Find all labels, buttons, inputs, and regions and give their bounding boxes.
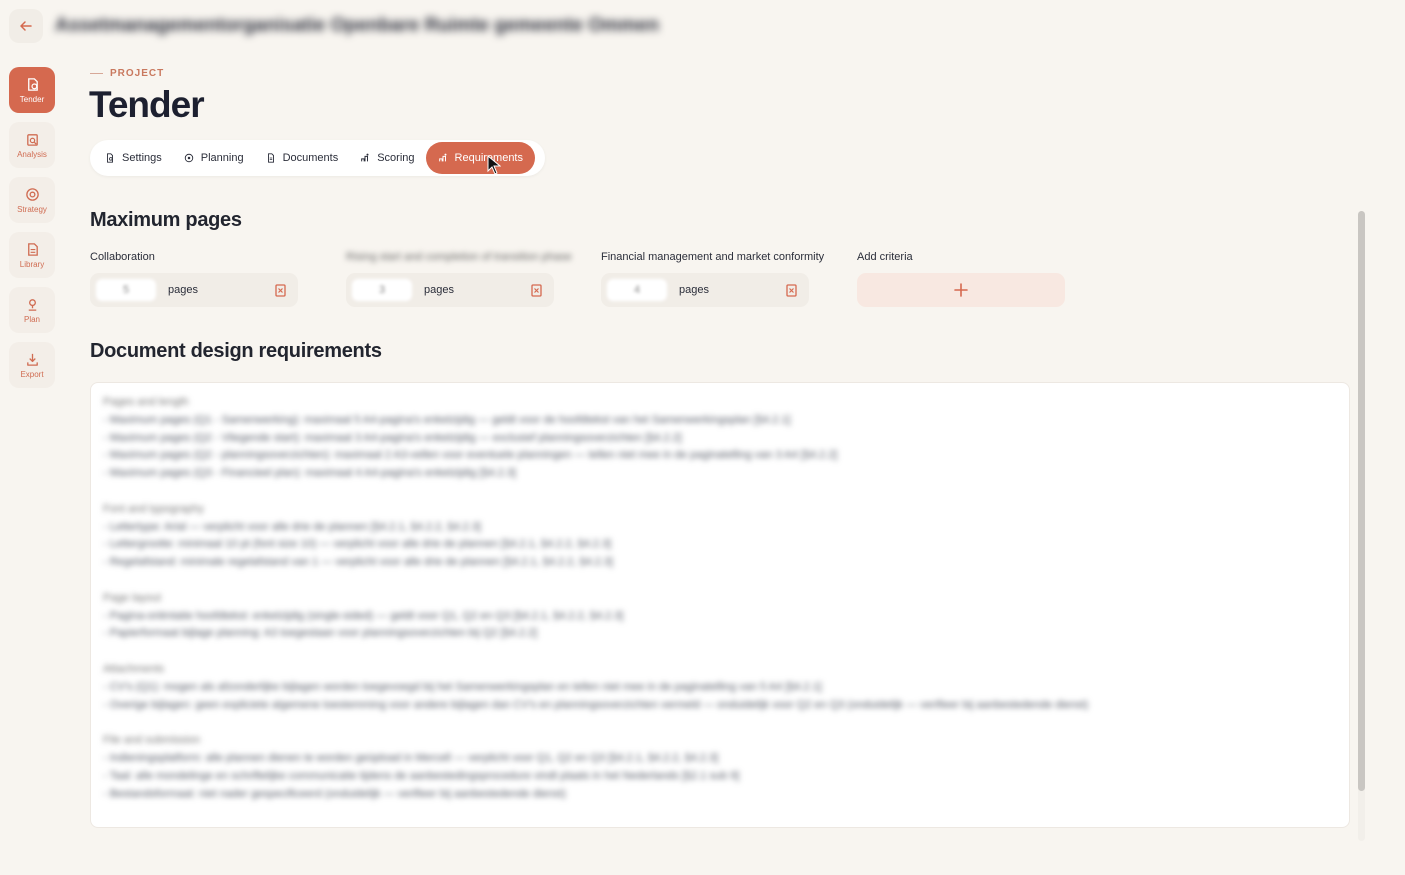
scoring-icon [361, 153, 369, 162]
scrollbar-thumb[interactable] [1358, 211, 1365, 791]
criteria-collaboration: Collaboration 5 pages [90, 251, 330, 307]
settings-icon [107, 153, 113, 163]
tab-label: Settings [122, 152, 162, 164]
sidebar-item-label: Library [19, 259, 45, 269]
doc-requirement-line: - Lettergrootte: minimaal 10 pt (font si… [103, 538, 612, 551]
doc-section-heading: Attachments [103, 662, 165, 675]
add-criteria: Add criteria [857, 251, 1097, 307]
criteria-label: Collaboration [90, 251, 155, 263]
plan-icon [28, 298, 36, 311]
doc-section-heading: Font and typography [103, 502, 204, 515]
tab-bar: Settings Planning Documents Scoring Requ… [90, 140, 545, 176]
doc-requirement-line: - Overige bijlagen: geen expliciete alge… [103, 698, 1089, 711]
organization-title: Assetmanagementorganisatie Openbare Ruim… [55, 15, 659, 36]
sidebar-item-label: Tender [19, 94, 45, 104]
tab-planning[interactable]: Planning [173, 142, 255, 174]
doc-requirement-line: - Maximum pages (Q2 - planningsoverzicht… [103, 449, 838, 462]
sidebar: Tender Analysis Strategy Library Plan Ex… [9, 67, 55, 397]
doc-requirement-line: - Regelafstand: minimale regelafstand va… [103, 556, 613, 569]
sidebar-item-library[interactable]: Library [9, 232, 55, 278]
pages-field: 3 pages [346, 273, 554, 307]
sidebar-item-plan[interactable]: Plan [9, 287, 55, 333]
doc-spacer [103, 643, 1337, 661]
doc-requirement-line: - CV's (Q1): mogen als afzonderlijke bij… [103, 680, 822, 693]
sidebar-item-export[interactable]: Export [9, 342, 55, 388]
doc-section-heading: Pages and length [103, 396, 189, 408]
doc-requirement-line: - Indieningsplatform: alle plannen diene… [103, 751, 719, 764]
add-criteria-label: Add criteria [857, 251, 913, 263]
doc-requirement-line: - Maximum pages (Q1 - Samenwerking): max… [103, 413, 791, 426]
sidebar-item-label: Export [20, 369, 44, 379]
tab-label: Documents [282, 152, 339, 164]
doc-spacer [103, 572, 1337, 590]
delete-icon[interactable] [530, 283, 543, 297]
doc-requirement-line: - Maximum pages (Q3 - Financieel plan): … [103, 467, 516, 480]
sidebar-item-strategy[interactable]: Strategy [9, 177, 55, 223]
doc-requirements-textarea[interactable]: Pages and length - Maximum pages (Q1 - Sa… [90, 382, 1350, 828]
sidebar-item-label: Strategy [17, 204, 47, 214]
doc-requirement-line: - Lettertype: Arial — verplicht voor all… [103, 520, 481, 533]
sidebar-item-label: Analysis [17, 149, 47, 159]
tab-documents[interactable]: Documents [255, 142, 350, 174]
back-button[interactable] [9, 9, 43, 43]
pages-unit: pages [424, 284, 454, 296]
pages-input[interactable]: 3 [352, 279, 412, 301]
tab-scoring[interactable]: Scoring [349, 142, 425, 174]
delete-icon[interactable] [785, 283, 798, 297]
doc-requirement-line: - Bestandsformaat: niet nader gespecific… [103, 787, 566, 800]
pages-field: 5 pages [90, 273, 298, 307]
tab-label: Scoring [377, 152, 415, 164]
add-criteria-button[interactable] [857, 273, 1065, 307]
arrow-left-icon [20, 21, 32, 31]
library-icon [27, 242, 38, 256]
pages-unit: pages [679, 284, 709, 296]
delete-icon[interactable] [274, 283, 287, 297]
doc-section-heading: File and submission [103, 734, 201, 747]
doc-spacer [103, 714, 1337, 732]
doc-requirement-line: - Maximum pages (Q2 - Vliegende start): … [103, 431, 682, 444]
plus-icon [954, 283, 968, 297]
tab-requirements[interactable]: Requirements [425, 142, 535, 174]
criteria-financial: Financial management and market conformi… [601, 251, 841, 307]
pages-input[interactable]: 5 [96, 279, 156, 301]
export-icon [26, 353, 38, 366]
doc-section-heading: Page layout [103, 591, 162, 604]
doc-requirements-title: Document design requirements [90, 340, 382, 362]
documents-icon [267, 153, 274, 163]
doc-requirement-line: - Pagina-oriëntatie hoofdtekst: enkelzij… [103, 609, 624, 622]
mouse-cursor-icon [487, 155, 501, 175]
criteria-transition: Rising start and completion of transitio… [346, 251, 586, 307]
tab-settings[interactable]: Settings [94, 142, 173, 174]
doc-spacer [103, 483, 1337, 501]
sidebar-item-label: Plan [23, 314, 40, 324]
analysis-icon [26, 133, 38, 146]
criteria-label: Financial management and market conformi… [601, 251, 825, 263]
tender-icon [27, 77, 38, 91]
sidebar-item-analysis[interactable]: Analysis [9, 122, 55, 168]
requirements-icon [438, 153, 447, 162]
pages-input[interactable]: 4 [607, 279, 667, 301]
strategy-icon [25, 187, 39, 201]
pages-unit: pages [168, 284, 198, 296]
criteria-label: Rising start and completion of transitio… [346, 251, 572, 263]
tab-label: Planning [200, 152, 244, 164]
page-title: Tender [89, 84, 205, 125]
sidebar-item-tender[interactable]: Tender [9, 67, 55, 113]
doc-requirement-line: - Taal: alle mondelinge en schriftelijke… [103, 769, 740, 782]
doc-requirement-line: - Papierformaat bijlage planning: A3 toe… [103, 627, 538, 640]
pages-field: 4 pages [601, 273, 809, 307]
page-eyebrow: PROJECT [90, 68, 164, 79]
max-pages-title: Maximum pages [90, 209, 242, 231]
planning-icon [184, 153, 193, 163]
